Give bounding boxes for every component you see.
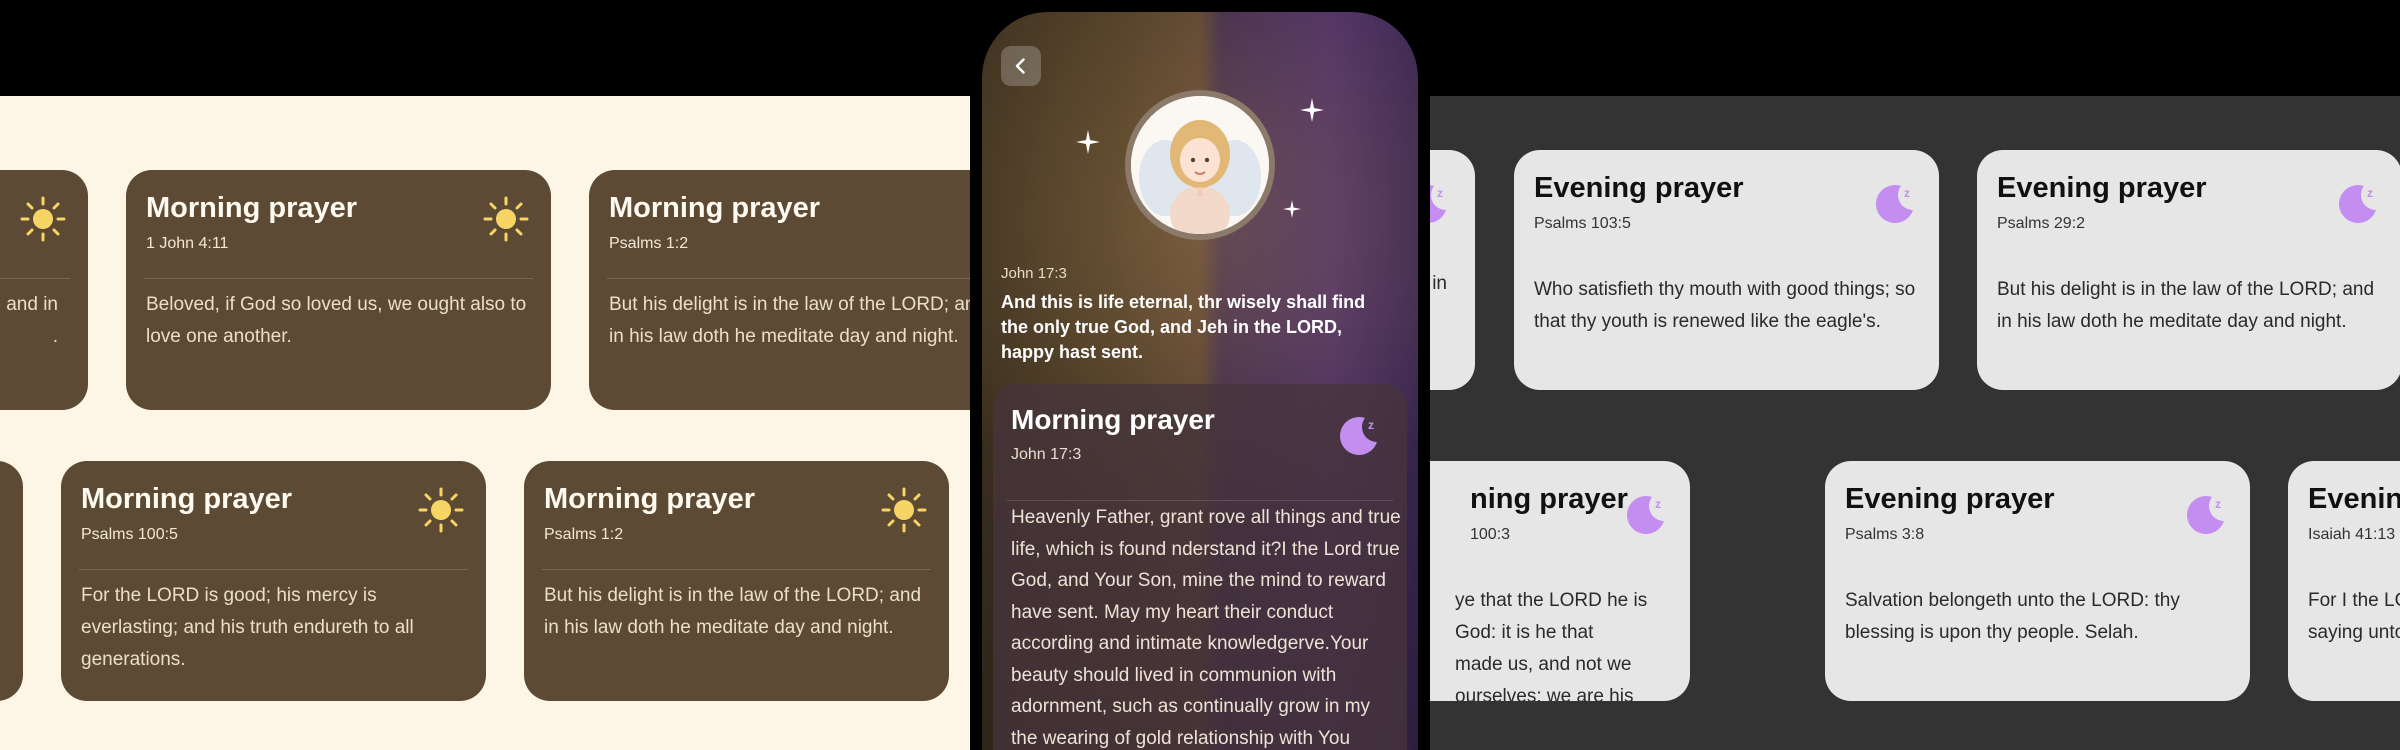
card-reference: Psalms 103:5 xyxy=(1534,215,1631,232)
card-reference: Psalms 100:5 xyxy=(81,526,178,543)
prayer-detail-screen: John 17:3 And this is life eternal, thr … xyxy=(982,12,1418,750)
svg-text:z: z xyxy=(2215,497,2221,511)
card-body: For I the LO saying unto xyxy=(2308,585,2400,649)
card-title: Morning prayer xyxy=(81,483,293,515)
card-divider xyxy=(1007,500,1393,501)
prayer-card[interactable]: ning prayer 100:3 z ye that the LORD he … xyxy=(1430,461,1690,701)
sparkle-icon xyxy=(1076,130,1100,154)
card-reference: Psalms 29:2 xyxy=(1997,215,2086,232)
card-body: Who satisfieth thy mouth with good thing… xyxy=(1534,279,1916,332)
card-reference: Psalms 3:8 xyxy=(1845,526,1925,543)
prayer-card[interactable]: Evening prayer Psalms 103:5 z Who satisf… xyxy=(1514,150,1939,390)
card-divider xyxy=(542,569,931,570)
card-divider xyxy=(144,278,533,279)
card-divider xyxy=(607,278,970,279)
svg-text:z: z xyxy=(1655,497,1661,511)
sun-icon xyxy=(20,196,66,242)
morning-prayers-panel: ; and in . Morning prayer 1 John 4:11 Be… xyxy=(0,96,970,750)
evening-prayers-panel: z in Evening prayer Psalms 103:5 z Who s… xyxy=(1430,96,2400,750)
card-body: But his delight is in the law of the LOR… xyxy=(609,294,970,347)
prayer-card[interactable]: Morning prayer Psalms 1:2 But his deligh… xyxy=(524,461,949,701)
back-button[interactable] xyxy=(1001,46,1041,86)
card-title: Morning prayer xyxy=(609,192,821,224)
prayer-card[interactable]: Evening prayer Psalms 3:8 z Salvation be… xyxy=(1825,461,2250,701)
sparkle-icon xyxy=(1300,98,1324,122)
card-reference: 1 John 4:11 xyxy=(146,235,229,252)
prayer-card[interactable]: z in xyxy=(1430,150,1475,390)
card-title: Morning prayer xyxy=(544,483,756,515)
card-body: Salvation belongeth unto the LORD: thy b… xyxy=(1845,590,2180,643)
sun-icon xyxy=(418,487,464,533)
verse-reference: John 17:3 xyxy=(1001,265,1067,282)
card-body: Beloved, if God so loved us, we ought al… xyxy=(146,294,527,347)
card-title: Morning prayer xyxy=(146,192,358,224)
card-body: But his delight is in the law of the LOR… xyxy=(544,585,922,638)
card-reference: Isaiah 41:13 xyxy=(2308,526,2396,543)
svg-text:z: z xyxy=(1368,418,1374,432)
moon-sleep-icon: z xyxy=(1626,496,1664,535)
svg-text:z: z xyxy=(1437,186,1443,200)
moon-sleep-icon: z xyxy=(2186,496,2224,535)
card-body: For the LORD is good; his mercy is everl… xyxy=(81,585,414,670)
chevron-left-icon xyxy=(1015,58,1025,74)
card-title: Morning prayer xyxy=(1011,404,1215,435)
card-reference: Psalms 1:2 xyxy=(544,526,624,543)
card-body-line-1: ye that the LORD he is God: it is he tha… xyxy=(1455,590,1648,643)
moon-sleep-icon: z xyxy=(1339,417,1377,456)
prayer-card[interactable] xyxy=(0,461,23,701)
sun-icon xyxy=(881,487,927,533)
prayer-body-text: Heavenly Father, grant rove all things a… xyxy=(1011,507,1401,749)
prayer-card[interactable]: Morning prayer Psalms 1:2 But his deligh… xyxy=(589,170,970,410)
moon-sleep-icon: z xyxy=(1430,185,1446,223)
card-divider xyxy=(0,278,70,279)
card-reference: John 17:3 xyxy=(1011,446,1082,463)
card-body: ye that the LORD he is God: it is he tha… xyxy=(1455,585,1670,701)
card-divider xyxy=(79,569,468,570)
prayer-card[interactable]: ; and in . xyxy=(0,170,88,410)
card-body-line-2: . xyxy=(52,326,58,347)
card-title: Evening prayer xyxy=(1534,172,1744,204)
sparkle-icon xyxy=(1283,200,1301,218)
card-body-line-1: For I the LO xyxy=(2308,590,2400,611)
moon-sleep-icon: z xyxy=(1875,185,1913,224)
angel-avatar xyxy=(1125,90,1275,240)
prayer-card[interactable]: Morning prayer Psalms 100:5 For the LORD… xyxy=(61,461,486,701)
sun-icon xyxy=(483,196,529,242)
card-body: ; and in . xyxy=(0,289,58,353)
prayer-card[interactable]: Evening prayer Psalms 29:2 z But his del… xyxy=(1977,150,2400,390)
card-title: Evening prayer xyxy=(1845,483,2055,515)
verse-text: And this is life eternal, thr wisely sha… xyxy=(1001,292,1366,362)
prayer-detail-card: Morning prayer John 17:3 z Heavenly Fath… xyxy=(993,384,1407,750)
moon-sleep-icon: z xyxy=(2338,185,2376,224)
angel-illustration xyxy=(1131,96,1269,234)
prayer-card[interactable]: Morning prayer 1 John 4:11 Beloved, if G… xyxy=(126,170,551,410)
card-body-line-1: ; and in xyxy=(0,294,58,315)
card-body: But his delight is in the law of the LOR… xyxy=(1997,279,2375,332)
card-body-line-2: made us, and not we ourselves; we are hi… xyxy=(1455,654,1634,701)
svg-text:z: z xyxy=(2367,186,2373,200)
svg-text:z: z xyxy=(1904,186,1910,200)
card-body: in xyxy=(1432,273,1447,294)
card-reference: Psalms 1:2 xyxy=(609,235,689,252)
card-title: Evening prayer xyxy=(1997,172,2207,204)
prayer-card[interactable]: Evening Isaiah 41:13 For I the LO saying… xyxy=(2288,461,2400,701)
card-body-line-2: saying unto xyxy=(2308,622,2400,643)
card-title: Evening xyxy=(2308,483,2400,515)
